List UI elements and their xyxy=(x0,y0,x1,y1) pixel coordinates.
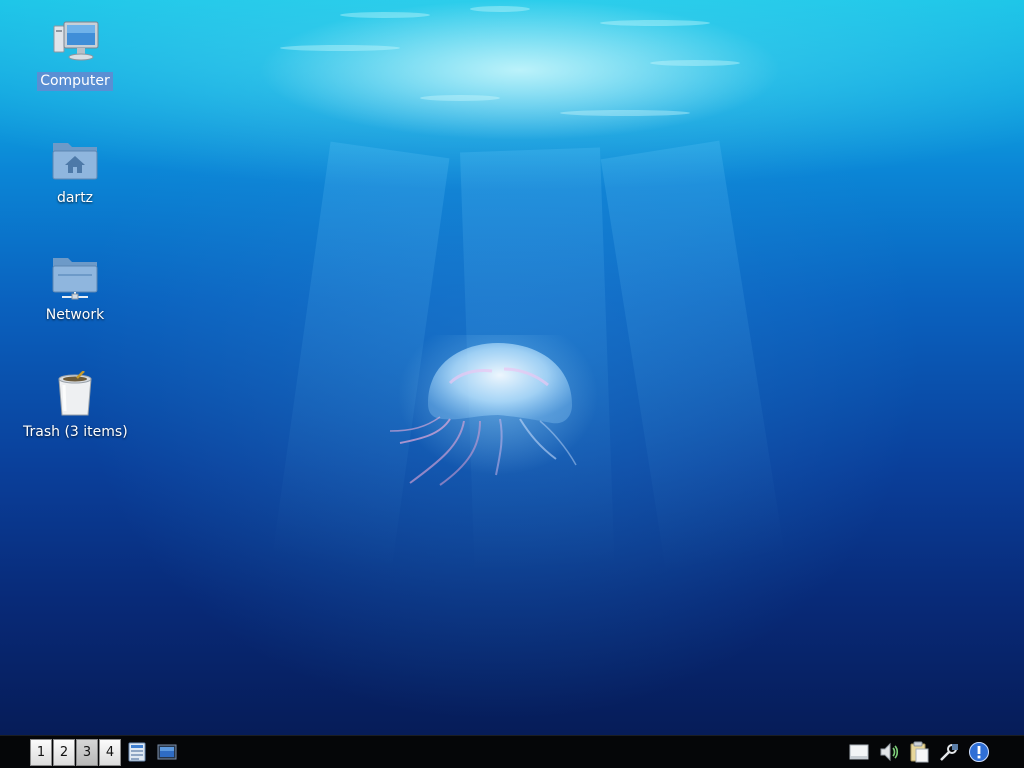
workspace-3-button[interactable]: 3 xyxy=(76,739,98,766)
desktop-icon-trash[interactable]: Trash (3 items) xyxy=(20,370,130,442)
desktop-icon-label: Computer xyxy=(37,72,113,91)
show-desktop-icon[interactable] xyxy=(157,742,177,762)
network-tool-icon[interactable] xyxy=(938,741,960,763)
jellyfish-image xyxy=(389,335,598,486)
volume-icon[interactable] xyxy=(878,741,900,763)
desktop-icon-network[interactable]: Network xyxy=(20,254,130,325)
update-notification-icon[interactable] xyxy=(968,741,990,763)
window-list-icon[interactable] xyxy=(127,742,147,762)
workspace-2-button[interactable]: 2 xyxy=(53,739,75,766)
desktop-icon-label: dartz xyxy=(56,190,94,206)
computer-icon xyxy=(50,20,100,66)
network-folder-icon xyxy=(50,254,100,300)
removable-drive-icon[interactable] xyxy=(848,741,870,763)
desktop-icon-computer[interactable]: Computer xyxy=(20,20,130,91)
desktop-icon-home[interactable]: dartz xyxy=(20,137,130,208)
trash-icon xyxy=(50,370,100,417)
desktop-icon-label: Trash (3 items) xyxy=(23,424,128,440)
bottom-panel: 1 2 3 4 xyxy=(0,735,1024,768)
desktop[interactable]: Computer dartz Network Trash (3 items) xyxy=(0,0,1024,735)
clipboard-icon[interactable] xyxy=(908,741,930,763)
home-folder-icon xyxy=(50,137,100,183)
workspace-4-button[interactable]: 4 xyxy=(99,739,121,766)
workspace-1-button[interactable]: 1 xyxy=(30,739,52,766)
desktop-icon-label: Network xyxy=(45,307,105,323)
